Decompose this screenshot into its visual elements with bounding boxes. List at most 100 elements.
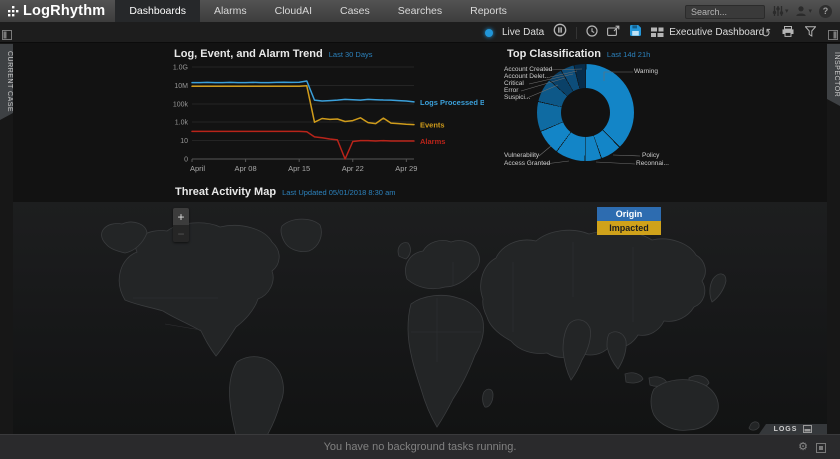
svg-text:0: 0 — [184, 157, 188, 164]
svg-text:Events: Events — [420, 121, 445, 130]
topnav-right: ▾ ▾ ? — [685, 0, 840, 22]
dashboard-selector[interactable]: Executive Dashboard — [651, 27, 764, 38]
chevron-down-icon: ▾ — [785, 8, 789, 15]
dashboard-grid-icon — [651, 27, 664, 38]
donut-label: Vulnerability — [504, 152, 539, 159]
tab-label: Reports — [470, 5, 507, 17]
save-button[interactable] — [629, 24, 642, 42]
svg-text:Alarms: Alarms — [420, 137, 445, 146]
svg-text:1.0k: 1.0k — [175, 120, 189, 127]
chevron-down-icon: ▾ — [808, 8, 812, 15]
legend-impacted-button[interactable]: Impacted — [597, 221, 661, 235]
svg-text:10: 10 — [180, 138, 188, 145]
live-data-indicator — [485, 29, 493, 37]
logs-tab-label: LOGS — [774, 426, 798, 433]
pause-button[interactable] — [553, 23, 567, 42]
donut-label: Account Created — [504, 66, 552, 73]
panel-toggle-icon[interactable] — [816, 443, 826, 453]
save-icon — [629, 24, 642, 37]
map-area[interactable]: + − Origin Impacted — [13, 202, 827, 434]
history-button[interactable] — [586, 24, 598, 42]
svg-text:Logs Processed By DPs: Logs Processed By DPs — [420, 98, 484, 107]
help-icon[interactable]: ? — [819, 5, 832, 18]
trend-title: Log, Event, and Alarm Trend — [174, 48, 323, 60]
search-box — [685, 2, 765, 20]
tab-label: Cases — [340, 5, 370, 17]
expand-logs-icon — [803, 425, 812, 433]
map-zoom-control: + − — [173, 208, 189, 242]
sliders-icon — [772, 5, 784, 17]
threat-map-panel: Threat Activity Map Last Updated 05/01/2… — [13, 186, 827, 434]
trend-panel: Log, Event, and Alarm Trend Last 30 Days… — [162, 48, 484, 180]
print-button[interactable] — [782, 24, 794, 42]
logs-tab[interactable]: LOGS — [759, 424, 827, 434]
zoom-in-button[interactable]: + — [173, 208, 189, 225]
donut-label: Suspici... — [504, 94, 530, 101]
legend-origin-button[interactable]: Origin — [597, 207, 661, 221]
tab-label: CloudAI — [275, 5, 312, 17]
printer-icon — [782, 26, 794, 37]
donut-label: Error — [504, 87, 518, 94]
preferences-menu[interactable]: ▾ — [772, 5, 789, 17]
tab-alarms[interactable]: Alarms — [200, 0, 261, 22]
svg-text:10M: 10M — [174, 83, 188, 90]
svg-text:Apr 15: Apr 15 — [288, 164, 310, 173]
toolbar-divider — [576, 27, 577, 39]
map-subtitle: Last Updated 05/01/2018 8:30 am — [282, 188, 395, 197]
gear-icon[interactable]: ⚙ — [798, 442, 808, 453]
svg-text:Apr 29: Apr 29 — [395, 164, 417, 173]
classification-panel: Top Classification Last 14d 21h Account … — [503, 48, 683, 180]
share-button[interactable] — [607, 24, 620, 42]
current-case-tab[interactable]: CURRENT CASE — [0, 44, 13, 120]
tab-reports[interactable]: Reports — [456, 0, 521, 22]
map-legend: Origin Impacted — [597, 207, 661, 235]
donut-label: Reconnai... — [636, 160, 669, 167]
status-icons: ⚙ — [798, 435, 826, 459]
svg-text:100k: 100k — [173, 101, 189, 108]
tab-cloudai[interactable]: CloudAI — [261, 0, 326, 22]
svg-text:Apr 22: Apr 22 — [342, 164, 364, 173]
tab-label: Dashboards — [129, 5, 186, 17]
filter-funnel-icon — [805, 26, 816, 37]
share-icon — [607, 25, 620, 37]
trend-subtitle: Last 30 Days — [329, 50, 373, 59]
tab-dashboards[interactable]: Dashboards — [115, 0, 200, 22]
logo-text: LogRhythm — [23, 3, 105, 19]
donut-label: Warning — [634, 68, 658, 75]
toolbar-right: ↺ — [761, 22, 816, 43]
logrhythm-logo: LogRhythm — [0, 0, 115, 22]
main-tabs: Dashboards Alarms CloudAI Cases Searches… — [115, 0, 521, 22]
dashboard-toolbar: Live Data — [0, 22, 840, 43]
svg-text:1.0G: 1.0G — [173, 65, 188, 72]
status-bar: You have no background tasks running. ⚙ — [0, 434, 840, 459]
top-nav: LogRhythm Dashboards Alarms CloudAI Case… — [0, 0, 840, 22]
toolbar-center: Live Data — [485, 22, 764, 43]
tab-cases[interactable]: Cases — [326, 0, 384, 22]
right-edge-strip: INSPECTOR — [827, 43, 840, 434]
world-map[interactable] — [13, 202, 827, 434]
donut-label: Access Granted — [504, 160, 550, 167]
user-icon — [795, 5, 807, 17]
svg-text:April: April — [190, 164, 205, 173]
tab-label: Searches — [398, 5, 442, 17]
undo-icon[interactable]: ↺ — [761, 27, 771, 39]
tab-searches[interactable]: Searches — [384, 0, 456, 22]
donut-label: Policy — [642, 152, 659, 159]
tab-label: Alarms — [214, 5, 247, 17]
app-window: LogRhythm Dashboards Alarms CloudAI Case… — [0, 0, 840, 459]
filter-button[interactable] — [805, 24, 816, 42]
inspector-tab[interactable]: INSPECTOR — [827, 44, 840, 106]
pause-icon — [553, 23, 567, 37]
dashboard-name: Executive Dashboard — [669, 27, 764, 38]
zoom-out-button[interactable]: − — [173, 225, 189, 242]
trend-chart[interactable]: 0 10 1.0k 100k 10M 1.0G April Apr 08 Apr 15 Apr 2… — [162, 63, 484, 178]
live-data-label: Live Data — [502, 27, 544, 38]
donut-label: Critical — [504, 80, 524, 87]
svg-text:Apr 08: Apr 08 — [235, 164, 257, 173]
search-input[interactable] — [685, 5, 765, 19]
map-title: Threat Activity Map — [175, 186, 276, 198]
logo-dots-icon — [8, 5, 19, 18]
user-menu[interactable]: ▾ — [795, 5, 812, 17]
left-edge-strip: CURRENT CASE — [0, 43, 13, 434]
donut-label: Account Delet... — [504, 73, 550, 80]
